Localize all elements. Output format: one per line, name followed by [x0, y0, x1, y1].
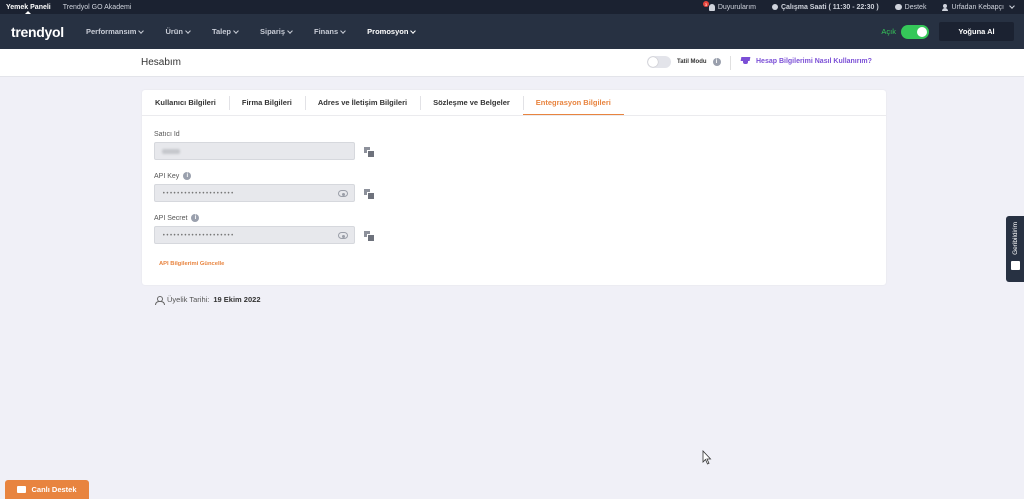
- yemek-paneli-link[interactable]: Yemek Paneli: [0, 0, 57, 14]
- busy-mode-button[interactable]: Yoğuna Al: [939, 22, 1014, 41]
- page-header: Hesabım Tatil Modu i Hesap Bilgilerimi N…: [0, 49, 1024, 77]
- api-secret-field[interactable]: ••••••••••••••••••••: [154, 226, 355, 244]
- top-utility-bar: Yemek Paneli Trendyol GO Akademi 3 Duyur…: [0, 0, 1024, 14]
- trendyol-go-akademi-link[interactable]: Trendyol GO Akademi: [57, 0, 138, 14]
- store-status-label: Açık: [881, 27, 896, 36]
- store-open-toggle[interactable]: [901, 24, 929, 39]
- label-text: API Key: [154, 172, 180, 180]
- update-api-link[interactable]: API Bilgilerimi Güncelle: [159, 261, 224, 267]
- vacation-mode-label: Tatil Modu: [677, 59, 707, 65]
- label-text: Satıcı Id: [154, 130, 180, 138]
- person-icon: [155, 295, 165, 305]
- vacation-mode-toggle[interactable]: [647, 56, 671, 68]
- trendyol-logo[interactable]: trendyol: [11, 24, 86, 40]
- divider: [730, 56, 731, 70]
- tab-adres-iletisim[interactable]: Adres ve İletişim Bilgileri: [304, 90, 420, 115]
- info-icon[interactable]: i: [191, 214, 200, 222]
- copy-icon[interactable]: [364, 146, 375, 158]
- nav-promosyon[interactable]: Promosyon: [367, 27, 417, 36]
- working-hours: Çalışma Saati ( 11:30 - 22:30 ): [771, 3, 879, 11]
- tab-firma-bilgileri[interactable]: Firma Bilgileri: [228, 90, 305, 115]
- nav-urun[interactable]: Ürün: [165, 27, 191, 36]
- chevron-down-icon: [1009, 3, 1015, 9]
- support-link[interactable]: Destek: [894, 3, 927, 11]
- graduation-cap-icon: [740, 57, 751, 65]
- copy-icon[interactable]: [364, 230, 375, 242]
- nav-performansim[interactable]: Performansım: [86, 27, 145, 36]
- nav-label: Performansım: [86, 27, 137, 36]
- live-support-label: Canlı Destek: [31, 485, 77, 494]
- tab-kullanici-bilgileri[interactable]: Kullanıcı Bilgileri: [142, 90, 229, 115]
- nav-label: Finans: [314, 27, 339, 36]
- mouse-cursor-icon: [702, 450, 712, 465]
- nav-label: Talep: [211, 27, 231, 36]
- api-key-value: ••••••••••••••••••••: [162, 189, 235, 197]
- account-tabs: Kullanıcı Bilgileri Firma Bilgileri Adre…: [142, 90, 886, 116]
- nav-talep[interactable]: Talep: [211, 27, 239, 36]
- api-key-label: API Key i: [154, 171, 373, 181]
- nav-finans[interactable]: Finans: [314, 27, 347, 36]
- chevron-down-icon: [410, 27, 417, 34]
- seller-id-field[interactable]: [154, 142, 355, 160]
- nav-label: Sipariş: [259, 27, 285, 36]
- bell-icon: [708, 3, 715, 11]
- info-icon[interactable]: i: [183, 172, 192, 180]
- announcements-label: Duyurularım: [717, 3, 756, 11]
- support-label: Destek: [904, 3, 927, 11]
- eye-icon[interactable]: [338, 232, 348, 239]
- chat-icon: [17, 486, 27, 493]
- clock-icon: [771, 4, 778, 10]
- api-secret-value: ••••••••••••••••••••: [162, 231, 235, 239]
- chevron-down-icon: [138, 27, 145, 34]
- store-menu[interactable]: Urfadan Kebapçı: [942, 3, 1015, 11]
- info-icon[interactable]: i: [712, 58, 721, 66]
- live-support-button[interactable]: Canlı Destek: [5, 480, 89, 499]
- chevron-down-icon: [287, 27, 293, 34]
- nav-label: Promosyon: [367, 27, 409, 36]
- nav-siparis[interactable]: Sipariş: [259, 27, 293, 36]
- chevron-down-icon: [233, 27, 239, 34]
- tab-sozlesme-belgeler[interactable]: Sözleşme ve Belgeler: [420, 90, 523, 115]
- nav-label: Ürün: [165, 27, 183, 36]
- label-text: API Secret: [154, 214, 188, 222]
- masked-value: [162, 148, 180, 154]
- membership-date-value: 19 Ekim 2022: [213, 295, 261, 304]
- api-secret-label: API Secret i: [154, 213, 373, 223]
- chat-icon: [894, 4, 902, 10]
- api-key-field[interactable]: ••••••••••••••••••••: [154, 184, 355, 202]
- feedback-tab[interactable]: Geribildirim: [1006, 216, 1024, 282]
- feedback-icon: [1010, 260, 1020, 270]
- working-hours-label: Çalışma Saati ( 11:30 - 22:30 ): [780, 3, 879, 11]
- user-icon: [942, 3, 949, 11]
- store-name: Urfadan Kebapçı: [951, 3, 1004, 11]
- help-link-label: Hesap Bilgilerimi Nasıl Kullanırım?: [756, 57, 872, 65]
- announcements-link[interactable]: 3 Duyurularım: [700, 1, 756, 11]
- tab-entegrasyon-bilgileri[interactable]: Entegrasyon Bilgileri: [522, 90, 624, 115]
- eye-icon[interactable]: [338, 190, 348, 197]
- help-link[interactable]: Hesap Bilgilerimi Nasıl Kullanırım?: [740, 57, 872, 65]
- notification-badge: 3: [702, 1, 709, 7]
- chevron-down-icon: [185, 27, 191, 34]
- page-title: Hesabım: [141, 57, 182, 68]
- membership-label: Üyelik Tarihi:: [167, 295, 210, 304]
- feedback-label: Geribildirim: [1011, 222, 1019, 255]
- integration-fields: Satıcı Id API Key i •••••••••••••••••••• …: [154, 129, 375, 255]
- seller-id-label: Satıcı Id: [154, 129, 373, 139]
- account-card: Kullanıcı Bilgileri Firma Bilgileri Adre…: [142, 90, 886, 285]
- chevron-down-icon: [340, 27, 347, 34]
- main-navigation: trendyol Performansım Ürün Talep Sipariş…: [0, 14, 1024, 49]
- vacation-mode: Tatil Modu i: [647, 56, 721, 68]
- membership-date: Üyelik Tarihi: 19 Ekim 2022: [155, 295, 261, 305]
- copy-icon[interactable]: [364, 188, 375, 200]
